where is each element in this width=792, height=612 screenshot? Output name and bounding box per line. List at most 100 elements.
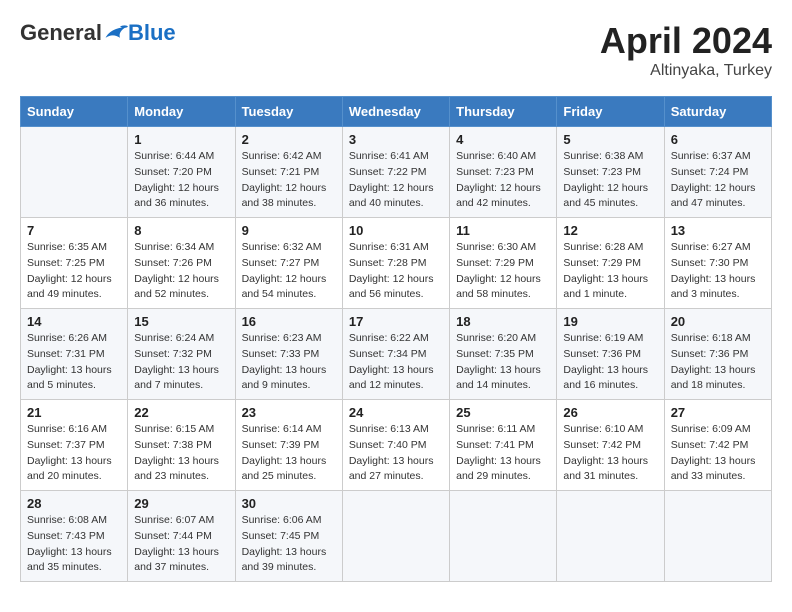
cell-sun-info: Sunrise: 6:13 AMSunset: 7:40 PMDaylight:… — [349, 422, 443, 485]
cell-sun-info: Sunrise: 6:16 AMSunset: 7:37 PMDaylight:… — [27, 422, 121, 485]
day-number: 1 — [134, 132, 228, 147]
day-number: 30 — [242, 496, 336, 511]
header-friday: Friday — [557, 97, 664, 127]
location-subtitle: Altinyaka, Turkey — [600, 62, 772, 80]
calendar-cell — [664, 491, 771, 582]
day-number: 17 — [349, 314, 443, 329]
day-number: 6 — [671, 132, 765, 147]
calendar-cell: 6Sunrise: 6:37 AMSunset: 7:24 PMDaylight… — [664, 127, 771, 218]
calendar-week-row: 7 Sunrise: 6:35 AMSunset: 7:25 PMDaylight… — [21, 218, 772, 309]
calendar-cell: 25 Sunrise: 6:11 AMSunset: 7:41 PMDayligh… — [450, 400, 557, 491]
cell-sun-info: Sunrise: 6:35 AMSunset: 7:25 PMDaylight:… — [27, 240, 121, 303]
calendar-cell: 3 Sunrise: 6:41 AMSunset: 7:22 PMDaylight… — [342, 127, 449, 218]
calendar-week-row: 1 Sunrise: 6:44 AMSunset: 7:20 PMDaylight… — [21, 127, 772, 218]
cell-sun-info: Sunrise: 6:09 AMSunset: 7:42 PMDaylight:… — [671, 422, 765, 485]
day-number: 2 — [242, 132, 336, 147]
cell-sun-info: Sunrise: 6:32 AMSunset: 7:27 PMDaylight:… — [242, 240, 336, 303]
day-number: 26 — [563, 405, 657, 420]
calendar-cell: 20 Sunrise: 6:18 AMSunset: 7:36 PMDayligh… — [664, 309, 771, 400]
day-number: 10 — [349, 223, 443, 238]
calendar-header-row: SundayMondayTuesdayWednesdayThursdayFrid… — [21, 97, 772, 127]
day-number: 12 — [563, 223, 657, 238]
header-saturday: Saturday — [664, 97, 771, 127]
calendar-cell — [342, 491, 449, 582]
header-tuesday: Tuesday — [235, 97, 342, 127]
day-number: 21 — [27, 405, 121, 420]
cell-sun-info: Sunrise: 6:15 AMSunset: 7:38 PMDaylight:… — [134, 422, 228, 485]
calendar-cell: 11 Sunrise: 6:30 AMSunset: 7:29 PMDayligh… — [450, 218, 557, 309]
day-number: 23 — [242, 405, 336, 420]
cell-sun-info: Sunrise: 6:40 AMSunset: 7:23 PMDaylight:… — [456, 149, 550, 212]
calendar-week-row: 28 Sunrise: 6:08 AMSunset: 7:43 PMDayligh… — [21, 491, 772, 582]
day-number: 27 — [671, 405, 765, 420]
cell-sun-info: Sunrise: 6:23 AMSunset: 7:33 PMDaylight:… — [242, 331, 336, 394]
day-number: 5 — [563, 132, 657, 147]
month-year-title: April 2024 — [600, 20, 772, 62]
cell-sun-info: Sunrise: 6:19 AMSunset: 7:36 PMDaylight:… — [563, 331, 657, 394]
day-number: 18 — [456, 314, 550, 329]
cell-sun-info: Sunrise: 6:44 AMSunset: 7:20 PMDaylight:… — [134, 149, 228, 212]
header-sunday: Sunday — [21, 97, 128, 127]
calendar-cell — [450, 491, 557, 582]
calendar-cell: 21 Sunrise: 6:16 AMSunset: 7:37 PMDayligh… — [21, 400, 128, 491]
cell-sun-info: Sunrise: 6:24 AMSunset: 7:32 PMDaylight:… — [134, 331, 228, 394]
calendar-cell: 1 Sunrise: 6:44 AMSunset: 7:20 PMDaylight… — [128, 127, 235, 218]
day-number: 22 — [134, 405, 228, 420]
calendar-week-row: 21 Sunrise: 6:16 AMSunset: 7:37 PMDayligh… — [21, 400, 772, 491]
calendar-cell: 18 Sunrise: 6:20 AMSunset: 7:35 PMDayligh… — [450, 309, 557, 400]
cell-sun-info: Sunrise: 6:27 AMSunset: 7:30 PMDaylight:… — [671, 240, 765, 303]
day-number: 28 — [27, 496, 121, 511]
day-number: 20 — [671, 314, 765, 329]
calendar-cell: 28 Sunrise: 6:08 AMSunset: 7:43 PMDayligh… — [21, 491, 128, 582]
day-number: 4 — [456, 132, 550, 147]
logo-general-text: General — [20, 20, 102, 46]
day-number: 16 — [242, 314, 336, 329]
calendar-cell: 4 Sunrise: 6:40 AMSunset: 7:23 PMDaylight… — [450, 127, 557, 218]
day-number: 3 — [349, 132, 443, 147]
calendar-cell — [557, 491, 664, 582]
calendar-cell: 22 Sunrise: 6:15 AMSunset: 7:38 PMDayligh… — [128, 400, 235, 491]
cell-sun-info: Sunrise: 6:20 AMSunset: 7:35 PMDaylight:… — [456, 331, 550, 394]
cell-sun-info: Sunrise: 6:06 AMSunset: 7:45 PMDaylight:… — [242, 513, 336, 576]
calendar-cell: 17 Sunrise: 6:22 AMSunset: 7:34 PMDayligh… — [342, 309, 449, 400]
calendar-cell: 29Sunrise: 6:07 AMSunset: 7:44 PMDayligh… — [128, 491, 235, 582]
cell-sun-info: Sunrise: 6:38 AMSunset: 7:23 PMDaylight:… — [563, 149, 657, 212]
calendar-cell: 13 Sunrise: 6:27 AMSunset: 7:30 PMDayligh… — [664, 218, 771, 309]
calendar-week-row: 14Sunrise: 6:26 AMSunset: 7:31 PMDayligh… — [21, 309, 772, 400]
calendar-cell: 19 Sunrise: 6:19 AMSunset: 7:36 PMDayligh… — [557, 309, 664, 400]
day-number: 13 — [671, 223, 765, 238]
cell-sun-info: Sunrise: 6:22 AMSunset: 7:34 PMDaylight:… — [349, 331, 443, 394]
header-monday: Monday — [128, 97, 235, 127]
cell-sun-info: Sunrise: 6:41 AMSunset: 7:22 PMDaylight:… — [349, 149, 443, 212]
day-number: 19 — [563, 314, 657, 329]
cell-sun-info: Sunrise: 6:18 AMSunset: 7:36 PMDaylight:… — [671, 331, 765, 394]
logo: General Blue — [20, 20, 176, 46]
cell-sun-info: Sunrise: 6:10 AMSunset: 7:42 PMDaylight:… — [563, 422, 657, 485]
day-number: 8 — [134, 223, 228, 238]
day-number: 7 — [27, 223, 121, 238]
header-wednesday: Wednesday — [342, 97, 449, 127]
calendar-cell: 15 Sunrise: 6:24 AMSunset: 7:32 PMDayligh… — [128, 309, 235, 400]
cell-sun-info: Sunrise: 6:11 AMSunset: 7:41 PMDaylight:… — [456, 422, 550, 485]
header-thursday: Thursday — [450, 97, 557, 127]
day-number: 14 — [27, 314, 121, 329]
cell-sun-info: Sunrise: 6:42 AMSunset: 7:21 PMDaylight:… — [242, 149, 336, 212]
day-number: 29 — [134, 496, 228, 511]
cell-sun-info: Sunrise: 6:31 AMSunset: 7:28 PMDaylight:… — [349, 240, 443, 303]
day-number: 25 — [456, 405, 550, 420]
calendar-cell: 2 Sunrise: 6:42 AMSunset: 7:21 PMDaylight… — [235, 127, 342, 218]
cell-sun-info: Sunrise: 6:30 AMSunset: 7:29 PMDaylight:… — [456, 240, 550, 303]
day-number: 15 — [134, 314, 228, 329]
day-number: 11 — [456, 223, 550, 238]
calendar-cell: 16 Sunrise: 6:23 AMSunset: 7:33 PMDayligh… — [235, 309, 342, 400]
calendar-cell: 5 Sunrise: 6:38 AMSunset: 7:23 PMDaylight… — [557, 127, 664, 218]
calendar-cell: 26 Sunrise: 6:10 AMSunset: 7:42 PMDayligh… — [557, 400, 664, 491]
calendar-cell: 30 Sunrise: 6:06 AMSunset: 7:45 PMDayligh… — [235, 491, 342, 582]
calendar-cell: 8 Sunrise: 6:34 AMSunset: 7:26 PMDaylight… — [128, 218, 235, 309]
calendar-cell: 10 Sunrise: 6:31 AMSunset: 7:28 PMDayligh… — [342, 218, 449, 309]
logo-bird-icon — [104, 23, 128, 43]
cell-sun-info: Sunrise: 6:08 AMSunset: 7:43 PMDaylight:… — [27, 513, 121, 576]
logo-blue-text: Blue — [128, 20, 176, 46]
calendar-cell: 23Sunrise: 6:14 AMSunset: 7:39 PMDayligh… — [235, 400, 342, 491]
cell-sun-info: Sunrise: 6:34 AMSunset: 7:26 PMDaylight:… — [134, 240, 228, 303]
